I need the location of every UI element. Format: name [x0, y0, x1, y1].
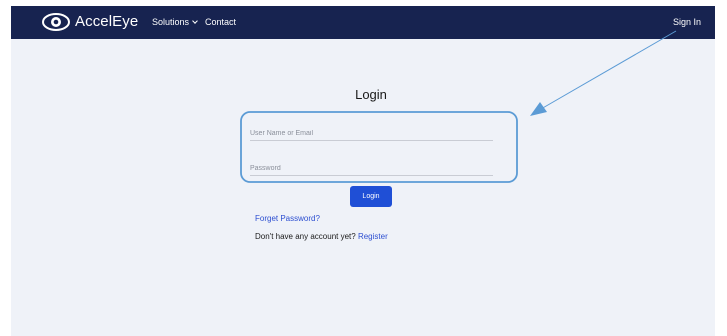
login-button[interactable]: Login [350, 186, 392, 207]
brand-name[interactable]: AccelEye [75, 13, 138, 30]
nav-solutions-menu[interactable]: Solutions [152, 17, 198, 27]
chevron-down-icon [192, 18, 198, 24]
register-prompt: Don't have any account yet? Register [255, 232, 388, 241]
register-link[interactable]: Register [358, 232, 388, 241]
login-title: Login [355, 87, 387, 102]
nav-contact-link[interactable]: Contact [205, 17, 236, 27]
eye-icon[interactable] [41, 12, 71, 32]
password-field [250, 157, 493, 176]
username-input[interactable] [250, 128, 493, 139]
top-navbar: AccelEye Solutions Contact Sign In [11, 6, 715, 39]
sign-in-link[interactable]: Sign In [673, 17, 701, 27]
password-input[interactable] [250, 163, 493, 174]
username-field [250, 122, 493, 141]
page-background: AccelEye Solutions Contact Sign In Login… [11, 6, 715, 336]
forgot-password-link[interactable]: Forget Password? [255, 214, 320, 223]
no-account-text: Don't have any account yet? [255, 232, 356, 241]
nav-solutions-label: Solutions [152, 17, 190, 27]
